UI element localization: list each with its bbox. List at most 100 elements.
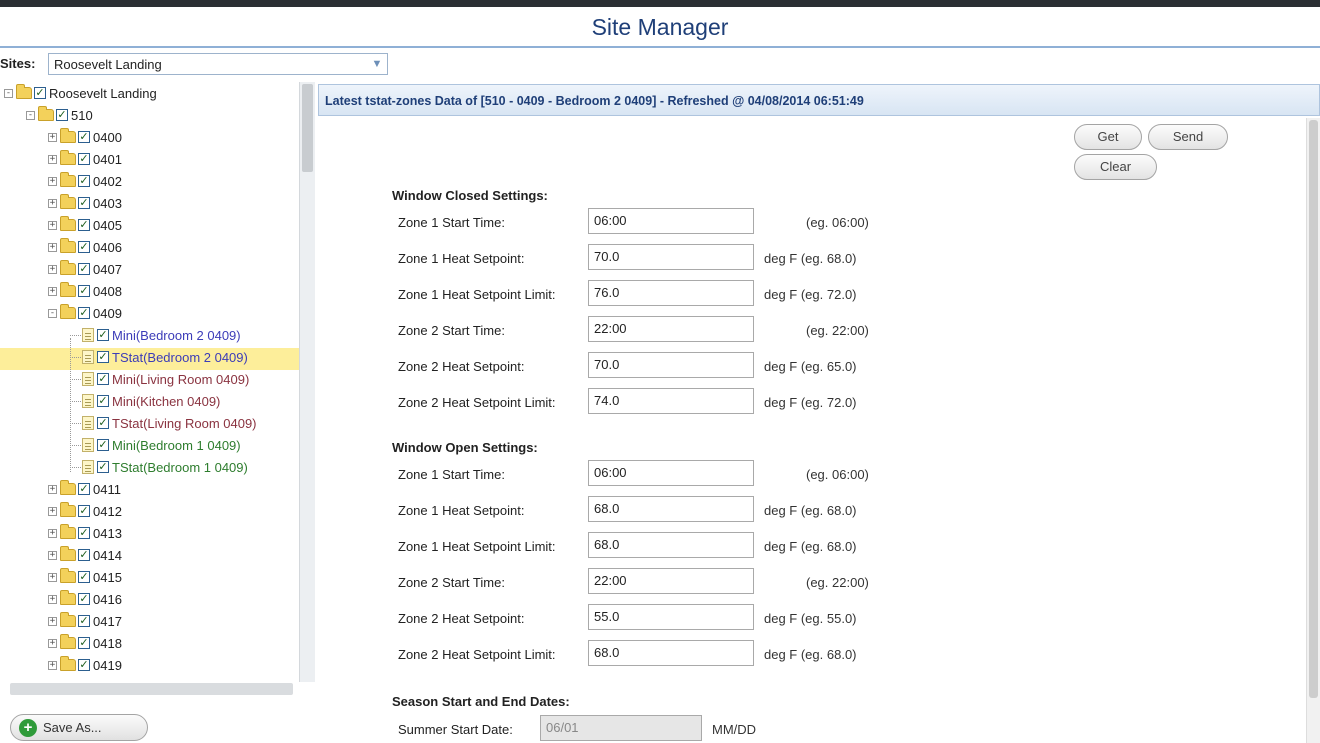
- page-title: Site Manager: [591, 14, 729, 40]
- tree-node-unit[interactable]: + ✓ 0411: [48, 478, 121, 500]
- tree-node-device[interactable]: ✓ TStat(Living Room 0409): [82, 412, 257, 434]
- expand-icon[interactable]: +: [48, 506, 57, 516]
- expand-icon[interactable]: +: [48, 286, 57, 296]
- tree-node-unit[interactable]: + ✓ 0400: [48, 126, 122, 148]
- setting-input[interactable]: 68.0: [588, 640, 754, 666]
- tree-node-label: 0412: [93, 503, 122, 519]
- tree-checkbox[interactable]: ✓: [78, 549, 90, 561]
- setting-input[interactable]: 06:00: [588, 208, 754, 234]
- tree-checkbox[interactable]: ✓: [78, 241, 90, 253]
- tree-checkbox[interactable]: ✓: [78, 637, 90, 649]
- tree-node-device[interactable]: ✓ Mini(Bedroom 2 0409): [82, 324, 241, 346]
- expand-icon[interactable]: +: [48, 616, 57, 626]
- tree-checkbox[interactable]: ✓: [97, 395, 109, 407]
- tree-checkbox[interactable]: ✓: [78, 263, 90, 275]
- tree-node-unit[interactable]: + ✓ 0412: [48, 500, 122, 522]
- expand-icon[interactable]: +: [48, 176, 57, 186]
- sites-dropdown[interactable]: Roosevelt Landing ▼: [48, 53, 388, 75]
- tree-node-unit[interactable]: + ✓ 0407: [48, 258, 122, 280]
- send-button[interactable]: Send: [1148, 124, 1228, 150]
- clear-button[interactable]: Clear: [1074, 154, 1157, 180]
- tree-node-unit[interactable]: + ✓ 0406: [48, 236, 122, 258]
- tree-checkbox[interactable]: ✓: [97, 439, 109, 451]
- setting-input[interactable]: 22:00: [588, 316, 754, 342]
- expand-icon[interactable]: +: [48, 484, 57, 494]
- tree-checkbox[interactable]: ✓: [97, 329, 109, 341]
- expand-icon[interactable]: +: [48, 264, 57, 274]
- tree-checkbox[interactable]: ✓: [97, 351, 109, 363]
- tree-vertical-scrollbar[interactable]: [299, 82, 315, 682]
- tree-node-unit[interactable]: + ✓ 0405: [48, 214, 122, 236]
- tree-node-unit[interactable]: + ✓ 0413: [48, 522, 122, 544]
- chevron-down-icon[interactable]: ▼: [367, 54, 387, 74]
- setting-input[interactable]: 06:00: [588, 460, 754, 486]
- tree-checkbox[interactable]: ✓: [78, 659, 90, 671]
- tree-node-unit[interactable]: + ✓ 0415: [48, 566, 122, 588]
- tree-checkbox[interactable]: ✓: [78, 131, 90, 143]
- tree-node-unit[interactable]: + ✓ 0401: [48, 148, 122, 170]
- expand-icon[interactable]: +: [48, 220, 57, 230]
- expand-icon[interactable]: +: [48, 638, 57, 648]
- tree-node-unit[interactable]: + ✓ 0417: [48, 610, 122, 632]
- tree-node-unit[interactable]: + ✓ 0419: [48, 654, 122, 676]
- save-as-button[interactable]: + Save As...: [10, 714, 148, 741]
- setting-input[interactable]: 22:00: [588, 568, 754, 594]
- tree-checkbox[interactable]: ✓: [97, 461, 109, 473]
- panel-vertical-scrollbar[interactable]: [1306, 118, 1320, 743]
- tree-horizontal-scrollbar[interactable]: [10, 683, 293, 695]
- expand-icon[interactable]: +: [48, 550, 57, 560]
- collapse-icon[interactable]: -: [48, 308, 57, 318]
- setting-input[interactable]: 68.0: [588, 532, 754, 558]
- tree-node-unit[interactable]: + ✓ 0402: [48, 170, 122, 192]
- tree-node-unit[interactable]: + ✓ 0414: [48, 544, 122, 566]
- tree-node-device[interactable]: ✓ Mini(Living Room 0409): [82, 368, 249, 390]
- tree-node-site[interactable]: - ✓ Roosevelt Landing: [4, 82, 157, 104]
- tree-node-unit-open[interactable]: - ✓ 0409: [48, 302, 122, 324]
- expand-icon[interactable]: +: [48, 242, 57, 252]
- setting-input[interactable]: 74.0: [588, 388, 754, 414]
- tree-checkbox[interactable]: ✓: [78, 307, 90, 319]
- tree-checkbox[interactable]: ✓: [34, 87, 46, 99]
- expand-icon[interactable]: +: [48, 154, 57, 164]
- setting-input[interactable]: 70.0: [588, 244, 754, 270]
- tree-checkbox[interactable]: ✓: [78, 527, 90, 539]
- expand-icon[interactable]: +: [48, 660, 57, 670]
- tree-checkbox[interactable]: ✓: [78, 219, 90, 231]
- setting-input[interactable]: 55.0: [588, 604, 754, 630]
- expand-icon[interactable]: +: [48, 594, 57, 604]
- tree-checkbox[interactable]: ✓: [78, 615, 90, 627]
- tree-node-device-selected[interactable]: ✓ TStat(Bedroom 2 0409): [82, 346, 248, 368]
- scrollbar-thumb[interactable]: [1309, 120, 1318, 698]
- expand-icon[interactable]: +: [48, 572, 57, 582]
- expand-icon[interactable]: +: [48, 132, 57, 142]
- get-button[interactable]: Get: [1074, 124, 1142, 150]
- tree-checkbox[interactable]: ✓: [78, 593, 90, 605]
- tree-node-unit[interactable]: + ✓ 0408: [48, 280, 122, 302]
- collapse-icon[interactable]: -: [26, 110, 35, 120]
- tree-node-building[interactable]: - ✓ 510: [26, 104, 93, 126]
- tree-node-unit[interactable]: + ✓ 0418: [48, 632, 122, 654]
- tree-checkbox[interactable]: ✓: [78, 285, 90, 297]
- tree-checkbox[interactable]: ✓: [97, 373, 109, 385]
- setting-input[interactable]: 76.0: [588, 280, 754, 306]
- tree-node-device[interactable]: ✓ TStat(Bedroom 1 0409): [82, 456, 248, 478]
- tree-node-unit[interactable]: + ✓ 0403: [48, 192, 122, 214]
- expand-icon[interactable]: +: [48, 198, 57, 208]
- tree-checkbox[interactable]: ✓: [56, 109, 68, 121]
- tree-checkbox[interactable]: ✓: [78, 175, 90, 187]
- tree-node-device[interactable]: ✓ Mini(Kitchen 0409): [82, 390, 220, 412]
- tree-node-device[interactable]: ✓ Mini(Bedroom 1 0409): [82, 434, 241, 456]
- tree-checkbox[interactable]: ✓: [78, 505, 90, 517]
- setting-input[interactable]: 70.0: [588, 352, 754, 378]
- setting-input[interactable]: 68.0: [588, 496, 754, 522]
- tree-node-unit[interactable]: + ✓ 0416: [48, 588, 122, 610]
- scrollbar-thumb[interactable]: [302, 84, 313, 172]
- expand-icon[interactable]: +: [48, 528, 57, 538]
- tree-checkbox[interactable]: ✓: [97, 417, 109, 429]
- tree-node-label: 0400: [93, 129, 122, 145]
- tree-checkbox[interactable]: ✓: [78, 483, 90, 495]
- tree-checkbox[interactable]: ✓: [78, 153, 90, 165]
- collapse-icon[interactable]: -: [4, 88, 13, 98]
- tree-checkbox[interactable]: ✓: [78, 571, 90, 583]
- tree-checkbox[interactable]: ✓: [78, 197, 90, 209]
